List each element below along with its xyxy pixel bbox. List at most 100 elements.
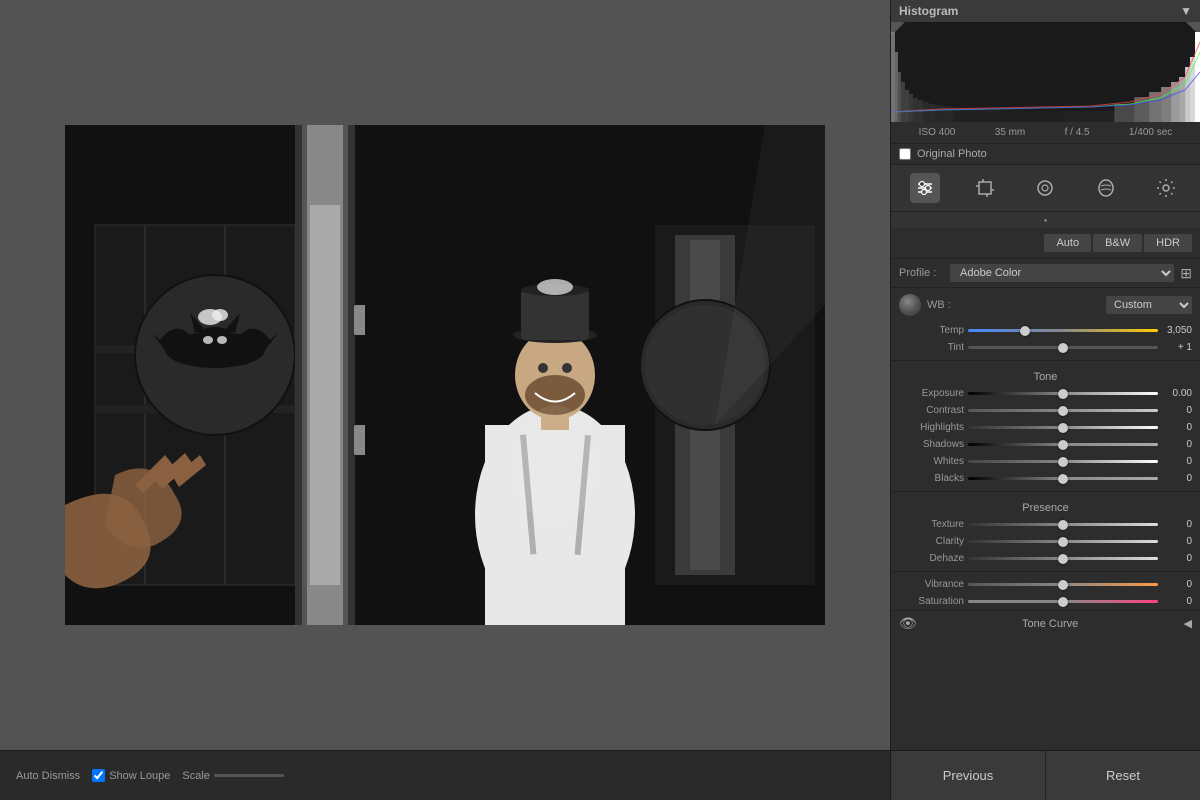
vibrance-slider-track[interactable] — [968, 583, 1158, 586]
temp-slider-row: Temp 3,050 — [891, 322, 1200, 339]
vibrance-thumb[interactable] — [1058, 580, 1068, 590]
profile-row: Profile : Adobe Color Adobe Landscape Ad… — [891, 259, 1200, 288]
previous-button[interactable]: Previous — [891, 751, 1046, 800]
clarity-thumb[interactable] — [1058, 537, 1068, 547]
clarity-slider-row: Clarity 0 — [891, 533, 1200, 550]
dehaze-slider-track[interactable] — [968, 557, 1158, 560]
preset-row: Auto B&W HDR — [891, 228, 1200, 259]
vibrance-label: Vibrance — [899, 579, 964, 590]
shadows-slider-track[interactable] — [968, 443, 1158, 446]
contrast-thumb[interactable] — [1058, 406, 1068, 416]
photo-container — [65, 125, 825, 625]
wb-label: WB : — [927, 299, 951, 311]
temp-value: 3,050 — [1162, 325, 1192, 336]
contrast-label: Contrast — [899, 405, 964, 416]
profile-select[interactable]: Adobe Color Adobe Landscape Adobe Portra… — [950, 264, 1174, 282]
hdr-button[interactable]: HDR — [1144, 234, 1192, 252]
profile-label: Profile : — [899, 267, 944, 279]
tone-curve-label: Tone Curve — [1022, 618, 1078, 630]
texture-value: 0 — [1162, 519, 1192, 530]
tool-icons-row — [891, 165, 1200, 212]
bottom-left: Auto Dismiss Show Loupe Scale — [0, 769, 890, 782]
highlights-slider-row: Highlights 0 — [891, 419, 1200, 436]
clarity-label: Clarity — [899, 536, 964, 547]
main-area: Histogram ▼ — [0, 0, 1200, 750]
scale-slider[interactable] — [214, 774, 284, 777]
blacks-slider-row: Blacks 0 — [891, 470, 1200, 487]
tint-value: + 1 — [1162, 342, 1192, 353]
photo-artwork — [65, 125, 825, 625]
adjustments-icon[interactable] — [910, 173, 940, 203]
exif-aperture: f / 4.5 — [1065, 127, 1090, 138]
show-loupe-label: Show Loupe — [109, 770, 170, 782]
shadows-thumb[interactable] — [1058, 440, 1068, 450]
contrast-slider-track[interactable] — [968, 409, 1158, 412]
texture-label: Texture — [899, 519, 964, 530]
temp-label: Temp — [899, 325, 964, 336]
wb-row: WB : Custom As Shot Auto Daylight Cloudy… — [891, 288, 1200, 322]
auto-button[interactable]: Auto — [1044, 234, 1091, 252]
shadows-label: Shadows — [899, 439, 964, 450]
bw-button[interactable]: B&W — [1093, 234, 1142, 252]
saturation-thumb[interactable] — [1058, 597, 1068, 607]
tint-label: Tint — [899, 342, 964, 353]
wb-eyedropper[interactable] — [899, 294, 921, 316]
highlights-slider-track[interactable] — [968, 426, 1158, 429]
tint-thumb[interactable] — [1058, 343, 1068, 353]
dehaze-thumb[interactable] — [1058, 554, 1068, 564]
reset-button[interactable]: Reset — [1046, 751, 1200, 800]
histogram-svg — [891, 22, 1200, 122]
masking-icon[interactable] — [1091, 173, 1121, 203]
original-photo-checkbox[interactable] — [899, 148, 911, 160]
tone-curve-chevron-icon: ◀ — [1184, 617, 1192, 630]
scale-label: Scale — [182, 770, 210, 782]
exif-info: ISO 400 35 mm f / 4.5 1/400 sec — [891, 122, 1200, 144]
histogram-title: Histogram — [899, 4, 958, 18]
healing-icon[interactable] — [1030, 173, 1060, 203]
profile-grid-icon[interactable]: ⊞ — [1180, 265, 1192, 282]
clarity-slider-track[interactable] — [968, 540, 1158, 543]
shadows-slider-row: Shadows 0 — [891, 436, 1200, 453]
auto-dismiss-label: Auto Dismiss — [16, 770, 80, 782]
clarity-value: 0 — [1162, 536, 1192, 547]
histogram-header: Histogram ▼ — [891, 0, 1200, 22]
whites-slider-row: Whites 0 — [891, 453, 1200, 470]
exif-iso: ISO 400 — [919, 127, 956, 138]
texture-slider-track[interactable] — [968, 523, 1158, 526]
settings-icon[interactable] — [1151, 173, 1181, 203]
wb-dropdown[interactable]: Custom As Shot Auto Daylight Cloudy Shad… — [1106, 296, 1192, 314]
tone-curve-bar: 👁 Tone Curve ◀ — [891, 610, 1200, 636]
shadows-value: 0 — [1162, 439, 1192, 450]
texture-thumb[interactable] — [1058, 520, 1068, 530]
exif-focal: 35 mm — [995, 127, 1026, 138]
saturation-slider-track[interactable] — [968, 600, 1158, 603]
exposure-thumb[interactable] — [1058, 389, 1068, 399]
tone-section-label: Tone — [891, 365, 1200, 385]
show-loupe-row: Show Loupe — [92, 769, 170, 782]
bottom-bar: Auto Dismiss Show Loupe Scale Previous R… — [0, 750, 1200, 800]
whites-slider-track[interactable] — [968, 460, 1158, 463]
dehaze-label: Dehaze — [899, 553, 964, 564]
temp-slider-track[interactable] — [968, 329, 1158, 332]
blacks-thumb[interactable] — [1058, 474, 1068, 484]
blacks-slider-track[interactable] — [968, 477, 1158, 480]
whites-thumb[interactable] — [1058, 457, 1068, 467]
highlights-thumb[interactable] — [1058, 423, 1068, 433]
tint-slider-row: Tint + 1 — [891, 339, 1200, 356]
show-loupe-checkbox[interactable] — [92, 769, 105, 782]
original-photo-row: Original Photo — [891, 144, 1200, 165]
tint-slider-track[interactable] — [968, 346, 1158, 349]
saturation-label: Saturation — [899, 596, 964, 607]
blacks-label: Blacks — [899, 473, 964, 484]
crop-icon[interactable] — [970, 173, 1000, 203]
whites-label: Whites — [899, 456, 964, 467]
bottom-right: Previous Reset — [890, 751, 1200, 800]
right-panel: Histogram ▼ — [890, 0, 1200, 750]
exif-shutter: 1/400 sec — [1129, 127, 1172, 138]
temp-thumb[interactable] — [1020, 326, 1030, 336]
highlights-label: Highlights — [899, 422, 964, 433]
saturation-slider-row: Saturation 0 — [891, 593, 1200, 610]
eye-icon[interactable]: 👁 — [899, 615, 917, 632]
histogram-area — [891, 22, 1200, 122]
exposure-slider-track[interactable] — [968, 392, 1158, 395]
